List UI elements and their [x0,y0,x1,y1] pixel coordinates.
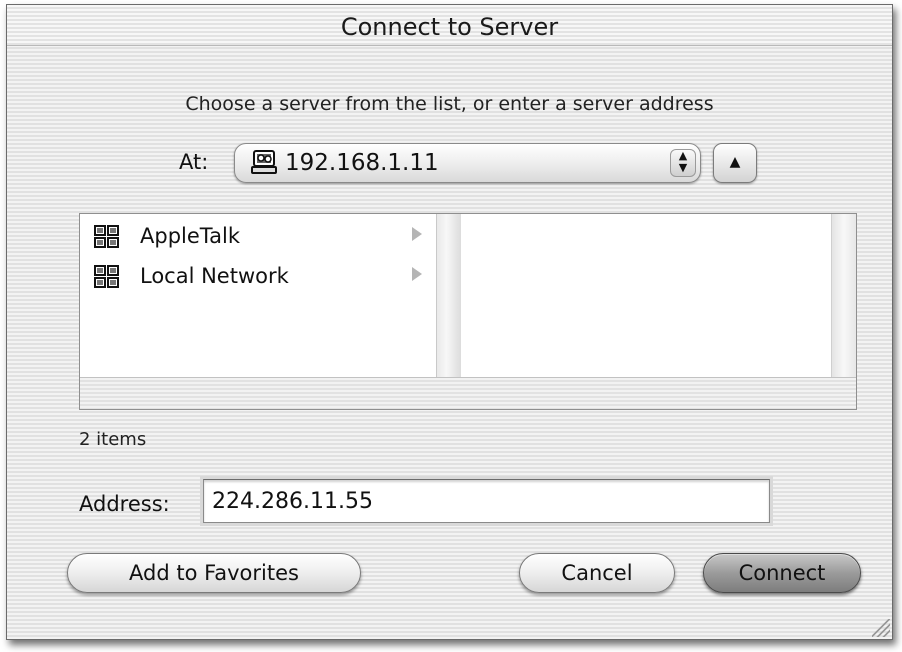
horizontal-scrollbar[interactable] [80,377,856,409]
parent-level-button[interactable]: ▲ [713,143,757,183]
column-resize-handle[interactable] [436,214,462,377]
add-to-favorites-button[interactable]: Add to Favorites [67,553,361,593]
window-title: Connect to Server [340,13,559,41]
server-browser: AppleTalk Local Network [79,213,857,410]
disclosure-arrow-icon [412,227,422,241]
disclosure-arrow-icon [412,267,422,281]
connect-button[interactable]: Connect [703,553,861,593]
network-icon [94,265,120,289]
popup-arrows-icon: ▲ ▼ [670,149,696,177]
instruction-text: Choose a server from the list, or enter … [185,93,714,115]
at-label: At: [179,150,209,174]
resize-grip-icon[interactable] [872,619,890,637]
list-item-local-network[interactable]: Local Network [94,262,424,292]
list-item-label: Local Network [140,264,289,288]
browser-column-1: AppleTalk Local Network [80,214,436,377]
connect-to-server-dialog: Connect to Server Choose a server from t… [6,4,893,640]
item-count-status: 2 items [79,429,147,450]
browser-column-2 [461,214,832,377]
cancel-button[interactable]: Cancel [519,553,675,593]
list-item-label: AppleTalk [140,224,240,248]
vertical-scrollbar[interactable] [831,214,856,377]
server-location-popup[interactable]: 192.168.1.11 ▲ ▼ [234,143,701,183]
address-label: Address: [79,492,170,516]
list-item-appletalk[interactable]: AppleTalk [94,222,424,252]
title-bar[interactable]: Connect to Server [7,5,892,46]
at-value: 192.168.1.11 [285,150,439,176]
server-icon [251,149,279,175]
triangle-up-icon: ▲ [729,154,741,170]
address-field[interactable] [203,479,770,523]
network-icon [94,225,120,249]
